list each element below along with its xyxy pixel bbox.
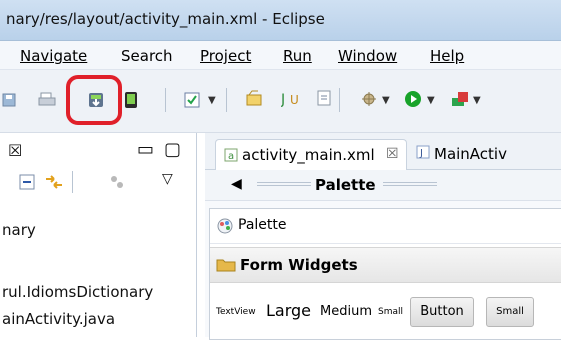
widget-medium-text[interactable]: Medium <box>320 304 372 319</box>
menu-navigate-label: Navigate <box>20 47 88 65</box>
form-widgets-section[interactable]: Form Widgets <box>210 247 561 283</box>
menu-run-label: Run <box>283 47 312 65</box>
window-title: nary/res/layout/activity_main.xml - Ecli… <box>6 10 325 28</box>
debug-icon[interactable] <box>360 90 376 106</box>
svg-text:J: J <box>281 92 285 107</box>
new-package-icon[interactable] <box>246 89 262 106</box>
menu-help[interactable]: Help <box>430 47 464 65</box>
widgets-row: TextView Large Medium Small Button Small <box>210 291 561 331</box>
avd-manager-icon[interactable] <box>123 91 139 108</box>
package-explorer-panel: ☒ ▭ ▢ ▽ nary rul.IdiomsDictionary ainAct… <box>0 133 197 337</box>
toolbar-separator <box>72 171 73 193</box>
run-icon[interactable] <box>404 90 421 107</box>
panel-header: ☒ ▭ ▢ <box>0 133 196 169</box>
external-tools-icon[interactable] <box>451 90 468 106</box>
tree-item-mainactivity[interactable]: ainActivity.java <box>2 310 115 328</box>
chevron-down-icon[interactable]: ▼ <box>382 95 390 106</box>
widget-textview[interactable]: TextView <box>216 307 256 317</box>
svg-text:a: a <box>228 151 234 162</box>
toolbar-separator <box>339 88 340 112</box>
palette-strip-label: Palette <box>315 176 376 194</box>
folder-open-icon <box>216 256 236 276</box>
collapse-all-icon[interactable] <box>18 173 35 190</box>
chevron-down-icon[interactable]: ▼ <box>473 95 481 106</box>
maximize-icon[interactable]: ▢ <box>164 139 181 160</box>
strip-line <box>383 182 437 186</box>
menu-bar: Navigate Search Project Run Window Help <box>0 41 561 70</box>
palette-header: Palette <box>210 209 561 244</box>
palette-icon <box>216 217 234 239</box>
window-title-bar: nary/res/layout/activity_main.xml - Ecli… <box>0 0 561 41</box>
minimize-icon[interactable]: ▭ <box>137 139 154 160</box>
toolbar-separator <box>165 88 166 112</box>
widget-small-button[interactable]: Small <box>486 297 534 327</box>
widget-button[interactable]: Button <box>410 297 474 327</box>
editor-tabs: a activity_main.xml ☒ J MainActiv <box>205 133 561 170</box>
print-icon[interactable] <box>38 92 56 108</box>
chevron-down-icon[interactable]: ▼ <box>427 95 435 106</box>
widget-large-text[interactable]: Large <box>266 301 311 320</box>
new-junit-icon[interactable]: JU <box>280 89 299 108</box>
svg-text:U: U <box>290 93 299 107</box>
focus-icon[interactable] <box>108 173 124 189</box>
menu-help-label: Help <box>430 47 465 65</box>
new-class-icon[interactable] <box>316 89 332 106</box>
menu-search[interactable]: Search <box>121 47 173 65</box>
tree-item-package[interactable]: rul.IdiomsDictionary <box>2 283 153 301</box>
editor-area: a activity_main.xml ☒ J MainActiv ◀ Pale… <box>205 133 561 340</box>
close-icon[interactable]: ☒ <box>386 146 399 162</box>
palette-panel: Palette Form Widgets TextView Large Medi… <box>209 208 561 340</box>
menu-project-label: Project <box>200 47 252 65</box>
widget-button-label: Button <box>420 304 464 319</box>
palette-strip: ◀ Palette <box>205 170 561 201</box>
menu-search-label: Search <box>121 47 173 65</box>
xml-file-icon: a <box>224 148 238 166</box>
toolbar-separator <box>226 88 227 112</box>
menu-project[interactable]: Project <box>200 47 251 65</box>
java-file-icon: J <box>416 145 430 163</box>
highlight-box <box>66 75 122 125</box>
tab-activity-main[interactable]: a activity_main.xml ☒ <box>215 139 407 170</box>
section-title: Form Widgets <box>240 256 358 274</box>
menu-navigate[interactable]: Navigate <box>20 47 87 65</box>
widget-small-button-label: Small <box>496 306 524 317</box>
close-icon[interactable]: ☒ <box>8 141 22 160</box>
collapse-left-icon[interactable]: ◀ <box>231 176 242 192</box>
view-menu-icon[interactable]: ▽ <box>162 171 173 187</box>
checkbox-icon[interactable] <box>184 92 200 108</box>
tab-label: MainActiv <box>434 145 507 163</box>
save-icon[interactable] <box>2 92 18 108</box>
chevron-down-icon[interactable]: ▼ <box>208 95 216 106</box>
tab-mainactivity[interactable]: J MainActiv <box>410 139 560 169</box>
graphical-layout-area: ◀ Palette Palette Form Widgets TextView … <box>205 170 561 340</box>
widget-small-text[interactable]: Small <box>378 307 403 317</box>
menu-window[interactable]: Window <box>338 47 397 65</box>
palette-title: Palette <box>238 217 287 233</box>
menu-run[interactable]: Run <box>283 47 312 65</box>
strip-line <box>257 182 311 186</box>
tree-item-project[interactable]: nary <box>2 221 36 239</box>
link-with-editor-icon[interactable] <box>44 173 62 189</box>
svg-text:J: J <box>419 148 423 159</box>
menu-window-label: Window <box>338 47 398 65</box>
tab-label: activity_main.xml <box>242 146 375 164</box>
